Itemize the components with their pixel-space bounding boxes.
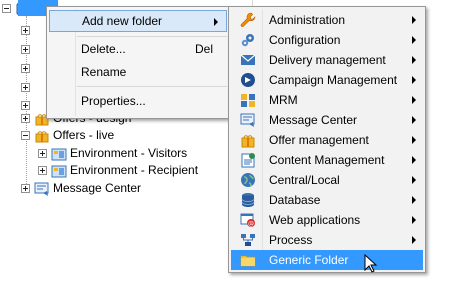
submenu-item-generic-folder[interactable]: Generic Folder [231, 250, 423, 270]
menu-item-rename[interactable]: Rename [49, 61, 227, 83]
submenu-item-label: Central/Local [269, 173, 340, 187]
collapse-icon[interactable] [2, 4, 11, 13]
submenu-arrow-icon [412, 16, 416, 24]
campaign-icon [241, 73, 255, 87]
expand-icon[interactable] [21, 83, 30, 92]
mrm-icon [241, 94, 255, 107]
submenu-item-campaign-management[interactable]: Campaign Management [231, 70, 423, 90]
submenu-item-process[interactable]: Process [231, 230, 423, 250]
expand-icon[interactable] [21, 45, 30, 54]
process-icon [241, 234, 255, 246]
content-icon [241, 153, 255, 168]
menu-separator [77, 86, 227, 87]
submenu-arrow-icon [412, 56, 416, 64]
submenu-item-label: Database [269, 193, 321, 207]
submenu-item-label: Web applications [269, 213, 361, 227]
expand-icon[interactable] [21, 184, 30, 193]
gears-icon [241, 34, 254, 47]
offer-icon [241, 135, 255, 148]
expand-icon[interactable] [21, 101, 30, 110]
tree-row-hidden-1[interactable] [21, 22, 34, 39]
expand-icon[interactable] [38, 149, 47, 158]
environment-icon [51, 165, 67, 177]
submenu-item-mrm[interactable]: MRM [231, 90, 423, 110]
expand-icon[interactable] [21, 64, 30, 73]
tree-item-label: Environment - Visitors [70, 146, 188, 160]
submenu-arrow-icon [412, 136, 416, 144]
menu-item-label: Add new folder [82, 14, 163, 28]
submenu-item-web-applications[interactable]: @ Web applications [231, 210, 423, 230]
tree-item-label: Message Center [53, 181, 142, 195]
submenu-item-message-center[interactable]: Message Center [231, 110, 423, 130]
message-center-icon [240, 113, 255, 127]
submenu-item-label: Campaign Management [269, 73, 398, 87]
submenu-arrow-icon [412, 36, 416, 44]
submenu-item-central-local[interactable]: Central/Local [231, 170, 423, 190]
expand-icon[interactable] [21, 26, 30, 35]
submenu-item-delivery-management[interactable]: Delivery management [231, 50, 423, 70]
envelope-icon [240, 54, 256, 65]
folder-icon [240, 255, 256, 267]
offer-folder-icon [35, 130, 49, 142]
database-icon [241, 193, 255, 207]
submenu-arrow-icon [412, 156, 416, 164]
add-folder-submenu: Administration Configuration Delivery ma… [228, 6, 426, 273]
submenu-item-offer-management[interactable]: Offer management [231, 130, 423, 150]
submenu-item-label: Administration [269, 13, 346, 27]
submenu-item-database[interactable]: Database [231, 190, 423, 210]
submenu-item-label: Offer management [269, 133, 369, 147]
submenu-arrow-icon [412, 176, 416, 184]
submenu-item-label: Message Center [269, 113, 358, 127]
tree-row-hidden-2[interactable] [21, 41, 34, 58]
tree-item-environment-recipient[interactable]: Environment - Recipient [38, 162, 198, 179]
submenu-item-label: MRM [269, 93, 298, 107]
globe-icon [241, 173, 255, 187]
mouse-cursor-icon [364, 254, 378, 273]
submenu-item-content-management[interactable]: Content Management [231, 150, 423, 170]
menu-item-label: Rename [81, 65, 127, 79]
context-menu: Add new folder Delete... Del Rename Prop… [46, 6, 230, 119]
tree-item-label: Environment - Recipient [70, 163, 199, 177]
menu-item-label: Properties... [81, 94, 146, 108]
expand-icon[interactable] [38, 166, 47, 175]
submenu-arrow-icon [412, 76, 416, 84]
submenu-arrow-icon [412, 116, 416, 124]
menu-separator [77, 36, 227, 37]
tree-item-offers-live[interactable]: Offers - live [21, 127, 114, 144]
tree-item-message-center[interactable]: Message Center [21, 180, 141, 197]
submenu-arrow-icon [412, 196, 416, 204]
svg-text:@: @ [248, 221, 254, 228]
web-app-icon: @ [240, 213, 255, 228]
expand-icon[interactable] [21, 114, 30, 123]
wrench-icon [240, 12, 256, 27]
menu-item-delete[interactable]: Delete... Del [49, 38, 227, 60]
submenu-item-label: Process [269, 233, 313, 247]
menu-item-label: Delete... [81, 42, 126, 56]
menu-item-properties[interactable]: Properties... [49, 90, 227, 112]
menu-item-add-new-folder[interactable]: Add new folder [49, 10, 227, 32]
environment-icon [51, 148, 67, 160]
submenu-item-label: Content Management [269, 153, 385, 167]
message-center-icon [34, 182, 49, 196]
submenu-arrow-icon [412, 216, 416, 224]
collapse-icon[interactable] [21, 131, 30, 140]
submenu-arrow-icon [412, 236, 416, 244]
submenu-item-label: Configuration [269, 33, 341, 47]
submenu-item-administration[interactable]: Administration [231, 10, 423, 30]
submenu-item-label: Delivery management [269, 53, 386, 67]
submenu-item-label: Generic Folder [269, 253, 349, 267]
tree-row-hidden-4[interactable] [21, 79, 34, 96]
tree-item-environment-visitors[interactable]: Environment - Visitors [38, 145, 187, 162]
submenu-item-configuration[interactable]: Configuration [231, 30, 423, 50]
submenu-arrow-icon [214, 18, 218, 26]
tree-row-hidden-3[interactable] [21, 60, 34, 77]
menu-item-shortcut: Del [194, 42, 213, 56]
submenu-arrow-icon [412, 96, 416, 104]
tree-item-label: Offers - live [53, 128, 115, 142]
